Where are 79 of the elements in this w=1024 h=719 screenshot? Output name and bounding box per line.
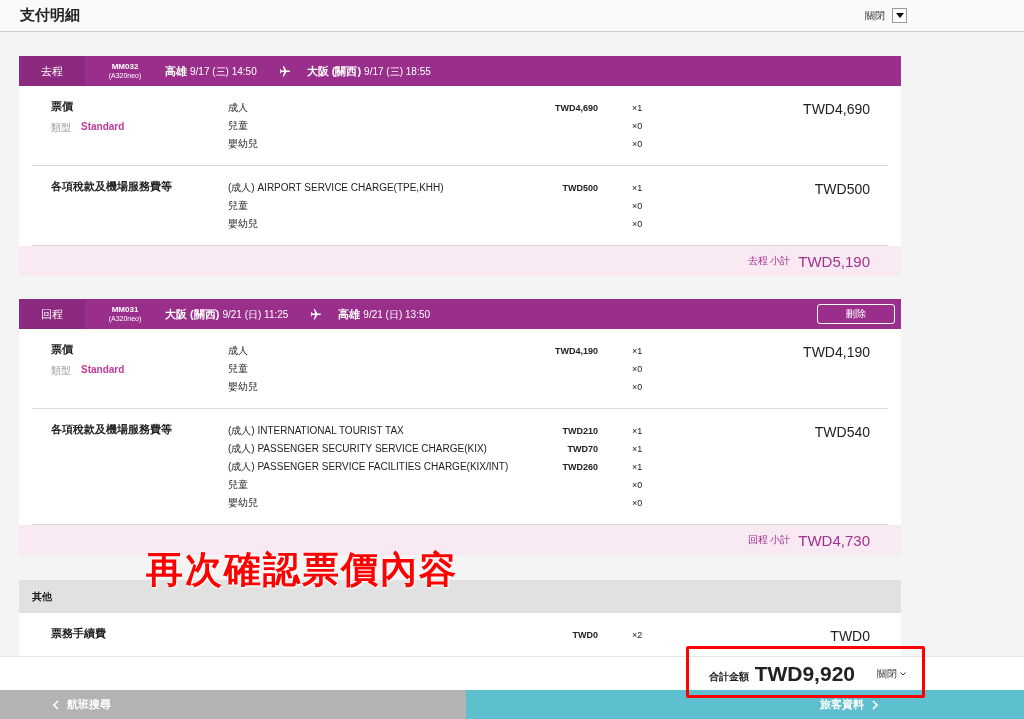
fee-category: 票務手續費 bbox=[51, 626, 107, 641]
chevron-down-icon bbox=[900, 671, 906, 676]
quantity: ×0 bbox=[631, 498, 644, 508]
quantity: ×0 bbox=[631, 382, 644, 392]
quantity: ×2 bbox=[631, 630, 644, 640]
destination-city: 高雄 bbox=[338, 306, 361, 322]
arrival-time: 9/21 (日) 13:50 bbox=[363, 307, 431, 322]
page-title: 支付明細 bbox=[20, 6, 81, 25]
destination-city: 大阪 (關西) bbox=[306, 63, 362, 79]
chevron-left-icon bbox=[53, 699, 59, 710]
fare-type: Standard bbox=[81, 364, 125, 377]
arrival-time: 9/17 (三) 18:55 bbox=[364, 64, 431, 79]
caret-down-icon bbox=[895, 13, 904, 18]
passenger-fee-item: 兒童 bbox=[228, 362, 249, 376]
quantity: ×0 bbox=[631, 121, 644, 131]
dropdown-button[interactable] bbox=[892, 8, 907, 23]
unit-price: TWD4,690 bbox=[554, 103, 598, 113]
collapse-toggle[interactable]: 關閉 bbox=[877, 666, 906, 681]
fee-total: TWD500 bbox=[813, 180, 871, 199]
fare-type-label: 類型 bbox=[51, 121, 71, 135]
passenger-fee-item: 嬰幼兒 bbox=[228, 137, 259, 151]
quantity: ×1 bbox=[631, 103, 644, 113]
trip-direction: 去程 bbox=[19, 56, 85, 86]
fee-category: 票價 bbox=[51, 342, 74, 357]
subtotal-amount: TWD5,190 bbox=[798, 252, 870, 270]
unit-price: TWD500 bbox=[561, 183, 598, 193]
collapse-label: 關閉 bbox=[865, 8, 885, 23]
quantity: ×0 bbox=[631, 480, 644, 490]
trip-direction: 回程 bbox=[19, 299, 85, 329]
fare-type: Standard bbox=[81, 121, 125, 134]
fee-category: 各項稅款及機場服務費等 bbox=[51, 422, 173, 437]
passenger-fee-item: (成人) PASSENGER SECURITY SERVICE CHARGE(KIX) bbox=[228, 442, 488, 456]
unit-price: TWD210 bbox=[561, 426, 598, 436]
fee-category: 各項稅款及機場服務費等 bbox=[51, 179, 173, 194]
passenger-fee-item: 成人 bbox=[228, 344, 249, 358]
flight-number: MM031 bbox=[110, 306, 140, 315]
quantity: ×1 bbox=[631, 462, 644, 472]
quantity: ×1 bbox=[631, 183, 644, 193]
passenger-fee-item: (成人) AIRPORT SERVICE CHARGE(TPE,KHH) bbox=[228, 181, 445, 195]
fee-total: TWD0 bbox=[829, 627, 871, 644]
fare-type-label: 類型 bbox=[51, 364, 71, 378]
passenger-fee-item: 成人 bbox=[228, 101, 249, 115]
quantity: ×1 bbox=[631, 444, 644, 454]
airplane-icon bbox=[278, 65, 291, 77]
fee-category: 票價 bbox=[51, 99, 74, 114]
airplane-icon bbox=[310, 308, 323, 320]
passenger-fee-item: 嬰幼兒 bbox=[228, 217, 259, 231]
subtotal-label: 回程 小計 bbox=[747, 533, 791, 547]
quantity: ×0 bbox=[631, 201, 644, 211]
quantity: ×1 bbox=[631, 346, 644, 356]
total-amount: TWD9,920 bbox=[754, 661, 855, 686]
passenger-fee-item: 兒童 bbox=[228, 478, 249, 492]
total-label: 合計金額 bbox=[708, 669, 749, 684]
unit-price: TWD260 bbox=[561, 462, 598, 472]
subtotal-amount: TWD4,730 bbox=[798, 531, 870, 549]
passenger-fee-item: 嬰幼兒 bbox=[228, 496, 259, 510]
passenger-fee-item: 兒童 bbox=[228, 199, 249, 213]
subtotal-label: 去程 小計 bbox=[747, 254, 791, 268]
fee-total: TWD540 bbox=[813, 423, 871, 442]
departure-time: 9/17 (三) 14:50 bbox=[190, 64, 257, 79]
unit-price: TWD70 bbox=[566, 444, 598, 454]
fee-total: TWD4,190 bbox=[802, 343, 871, 362]
chevron-right-icon bbox=[872, 699, 878, 710]
delete-button[interactable]: 刪除 bbox=[817, 304, 895, 324]
unit-price: TWD0 bbox=[571, 630, 598, 640]
passenger-fee-item: (成人) PASSENGER SERVICE FACILITIES CHARGE(KIX/INT) bbox=[228, 460, 510, 474]
passenger-fee-item: 嬰幼兒 bbox=[228, 380, 259, 394]
quantity: ×0 bbox=[631, 364, 644, 374]
origin-city: 大阪 (關西) bbox=[165, 306, 220, 322]
quantity: ×0 bbox=[631, 139, 644, 149]
departure-time: 9/21 (日) 11:25 bbox=[222, 307, 289, 322]
passenger-fee-item: (成人) INTERNATIONAL TOURIST TAX bbox=[228, 424, 405, 438]
unit-price: TWD4,190 bbox=[554, 346, 598, 356]
fee-total: TWD4,690 bbox=[802, 100, 871, 119]
origin-city: 高雄 bbox=[165, 63, 187, 79]
quantity: ×0 bbox=[631, 219, 644, 229]
flight-number: MM032 bbox=[110, 63, 140, 72]
quantity: ×1 bbox=[631, 426, 644, 436]
passenger-fee-item: 兒童 bbox=[228, 119, 249, 133]
